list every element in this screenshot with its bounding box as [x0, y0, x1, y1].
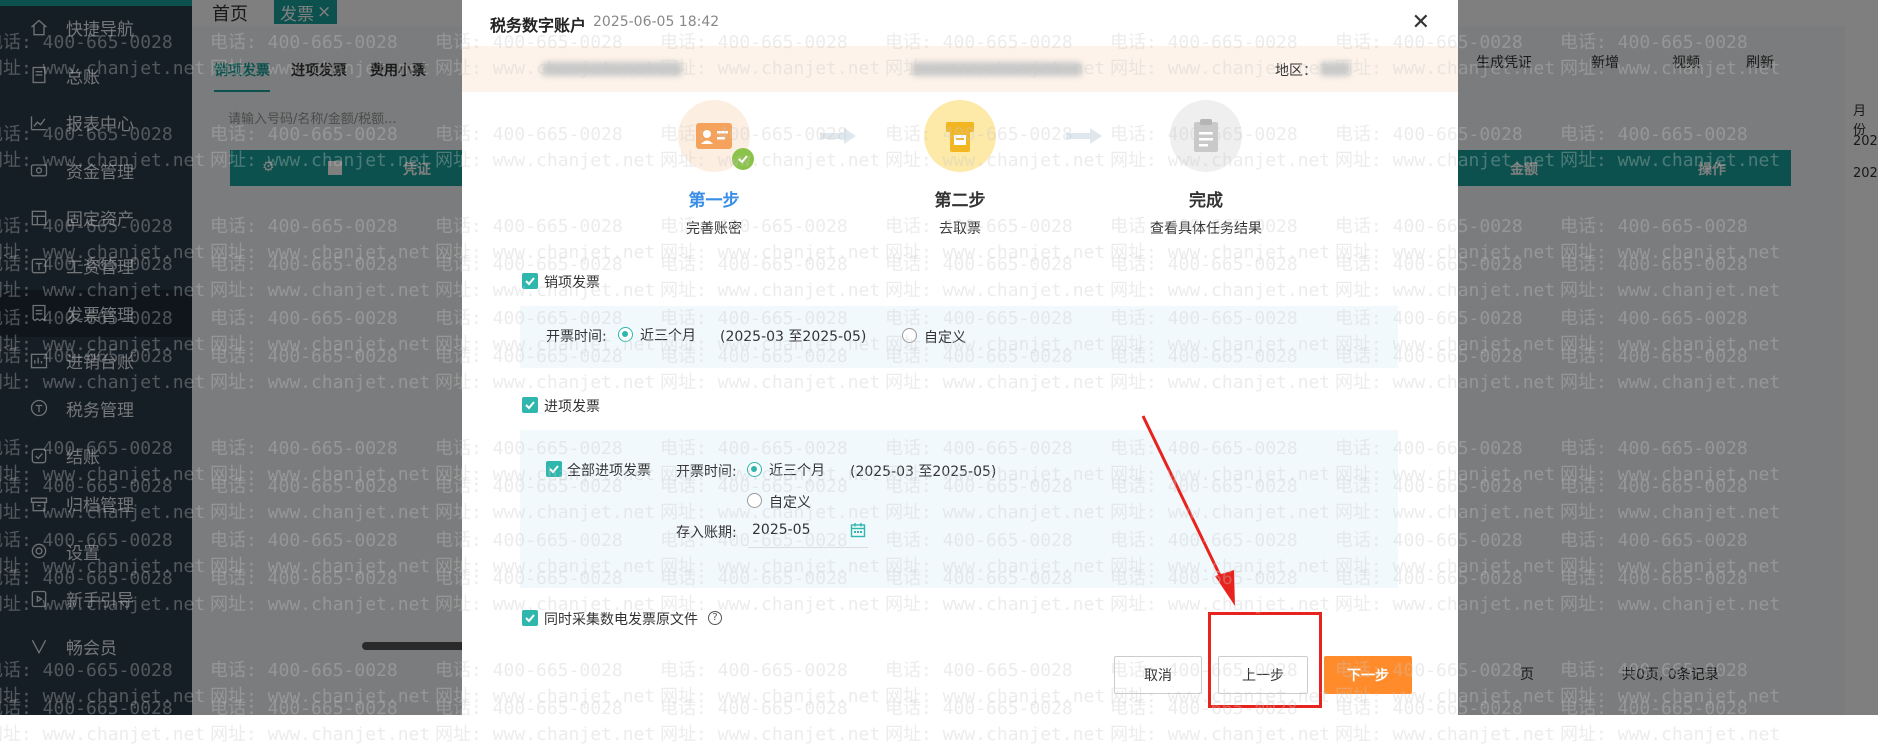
sales-invoice-checkbox[interactable] — [522, 273, 538, 289]
red-arrow-annotation — [1141, 415, 1235, 606]
sales-time-label: 开票时间: — [546, 329, 607, 345]
purchase-invoice-checkbox[interactable] — [522, 397, 538, 413]
purchase-range: (2025-03 至2025-05) — [850, 464, 997, 480]
period-value: 2025-05 — [752, 522, 811, 538]
watermark-site: 网址: www.chanjet.net — [1335, 724, 1556, 745]
step2-title: 第二步 — [934, 191, 986, 211]
step3-icon — [1170, 100, 1242, 172]
step1-title: 第一步 — [688, 191, 740, 211]
check-icon — [732, 148, 754, 170]
dialog-timestamp: 2025-06-05 18:42 — [593, 14, 720, 30]
sales-custom-radio[interactable] — [902, 328, 917, 343]
blurred-tax-id — [912, 62, 1082, 76]
step-arrow-icon — [820, 128, 856, 144]
step3-subtitle: 查看具体任务结果 — [1150, 221, 1262, 237]
all-purchase-checkbox[interactable] — [546, 461, 562, 477]
cancel-button[interactable]: 取消 — [1114, 656, 1202, 694]
watermark-site: 网址: www.chanjet.net — [660, 724, 881, 745]
purchase-custom-label: 自定义 — [769, 495, 811, 511]
blurred-area-value — [1320, 62, 1350, 76]
next-step-button[interactable]: 下一步 — [1324, 656, 1412, 694]
step3-title: 完成 — [1189, 191, 1223, 211]
watermark-site: 网址: www.chanjet.net — [885, 724, 1106, 745]
clipboard-icon — [1194, 119, 1218, 152]
help-icon[interactable]: ? — [708, 611, 722, 625]
step-arrow-icon — [1066, 128, 1102, 144]
sales-custom-label: 自定义 — [924, 330, 966, 346]
tax-account-dialog: 税务数字账户 2025-06-05 18:42 ✕ 地区： 第一步 第二步 完成… — [462, 0, 1458, 715]
sales-range: (2025-03 至2025-05) — [720, 329, 867, 345]
watermark-site: 网址: www.chanjet.net — [1560, 724, 1781, 745]
area-label: 地区： — [1275, 63, 1317, 79]
account-info-strip: 地区： — [462, 46, 1458, 92]
purchase-options-panel — [520, 430, 1398, 588]
period-input[interactable]: 2025-05 — [748, 514, 868, 548]
all-purchase-label: 全部进项发票 — [567, 463, 651, 479]
highlight-box-annotation — [1208, 612, 1322, 708]
purchase-recent-radio[interactable] — [747, 462, 762, 477]
watermark-site: 网址: www.chanjet.net — [1110, 724, 1331, 745]
sales-recent-label: 近三个月 — [640, 328, 696, 344]
watermark-site: 网址: www.chanjet.net — [0, 724, 206, 745]
purchase-invoice-label: 进项发票 — [544, 399, 600, 415]
purchase-custom-radio[interactable] — [747, 493, 762, 508]
collect-original-label: 同时采集数电发票原文件 — [544, 612, 698, 628]
watermark-site: 网址: www.chanjet.net — [210, 724, 431, 745]
collect-original-checkbox[interactable] — [522, 610, 538, 626]
step1-subtitle: 完善账密 — [686, 221, 742, 237]
purchase-time-label: 开票时间: — [676, 464, 737, 480]
step2-icon — [924, 100, 996, 172]
watermark-site: 网址: www.chanjet.net — [435, 724, 656, 745]
ticket-machine-icon — [946, 122, 974, 152]
purchase-recent-label: 近三个月 — [769, 463, 825, 479]
calendar-icon[interactable] — [850, 522, 866, 538]
step2-subtitle: 去取票 — [939, 221, 981, 237]
sales-invoice-label: 销项发票 — [544, 275, 600, 291]
close-icon[interactable]: ✕ — [1412, 12, 1430, 34]
sales-recent-radio[interactable] — [618, 327, 633, 342]
period-label: 存入账期: — [676, 525, 737, 541]
dialog-title: 税务数字账户 — [490, 16, 587, 35]
id-card-icon — [696, 123, 732, 149]
blurred-company-name — [542, 62, 682, 76]
